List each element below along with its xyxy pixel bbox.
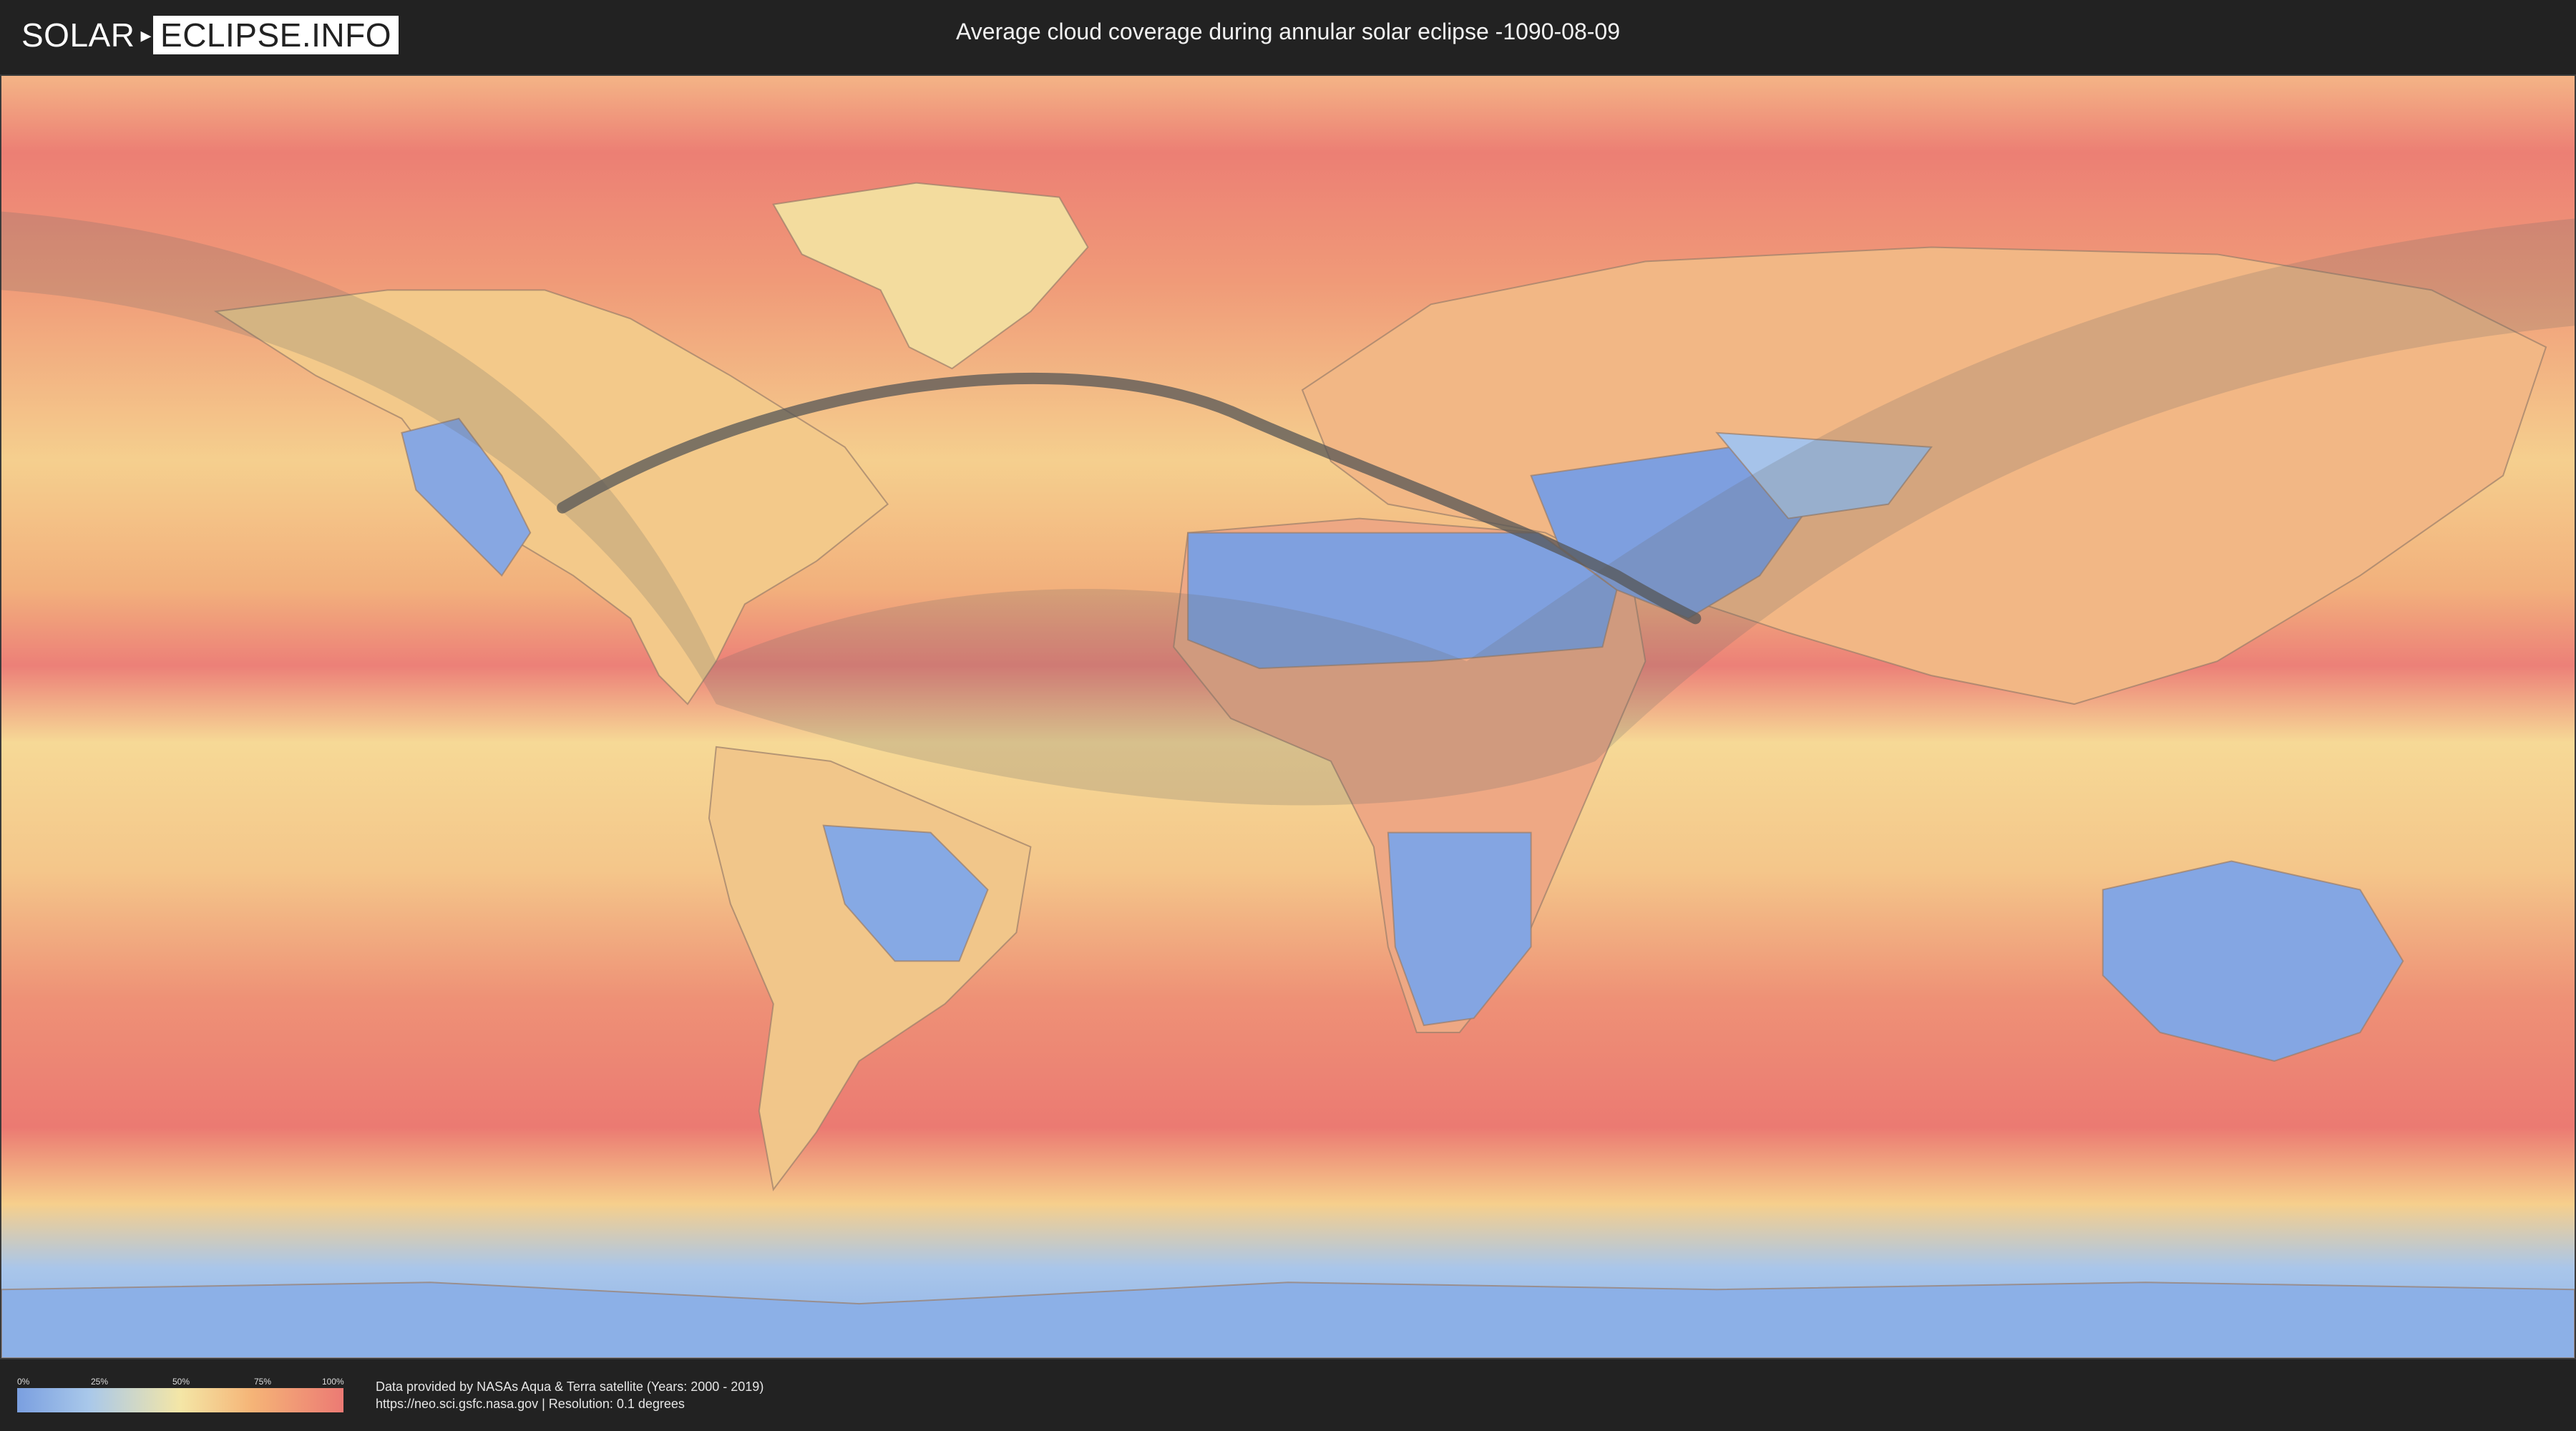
legend-tick-0: 0%	[17, 1377, 30, 1387]
credits-line-source: Data provided by NASAs Aqua & Terra sate…	[376, 1379, 764, 1394]
page-title: Average cloud coverage during annular so…	[956, 19, 1620, 44]
legend-tick-100: 100%	[322, 1377, 344, 1387]
legend-tick-25: 25%	[91, 1377, 109, 1387]
antarctica-landmass	[1, 1281, 2575, 1358]
cloud-coverage-legend-bar	[17, 1388, 343, 1412]
legend-tick-50: 50%	[172, 1377, 190, 1387]
data-credits: Data provided by NASAs Aqua & Terra sate…	[376, 1378, 763, 1412]
top-bar: SOLAR ▸ ECLIPSE.INFO Average cloud cover…	[0, 0, 2576, 71]
legend-tick-75: 75%	[254, 1377, 272, 1387]
map-canvas	[1, 76, 2575, 1358]
cloud-coverage-map[interactable]	[0, 74, 2576, 1359]
legend-tick-row: 0% 25% 50% 75% 100%	[17, 1377, 344, 1387]
credits-line-url: https://neo.sci.gsfc.nasa.gov | Resoluti…	[376, 1397, 685, 1411]
